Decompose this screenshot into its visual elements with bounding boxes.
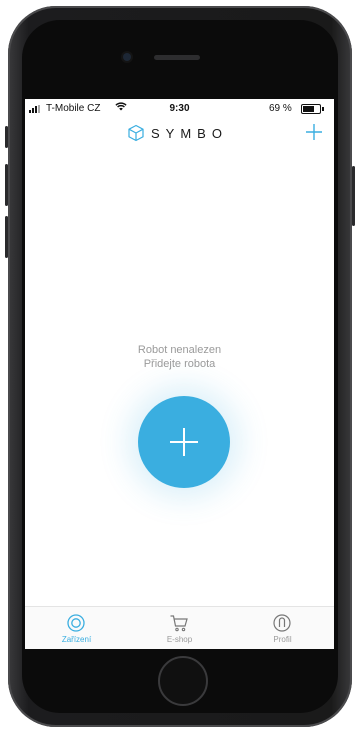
tab-label: Profil [273, 635, 292, 644]
profile-icon [273, 614, 291, 632]
cart-icon [170, 615, 188, 632]
tab-zarizeni[interactable]: Zařízení [25, 607, 128, 649]
app-screen: T-Mobile CZ 9:30 69 % SYMBO Robot nenale… [25, 99, 334, 649]
battery-icon [301, 104, 324, 114]
cube-icon [128, 124, 144, 142]
robot-vacuum-icon [67, 614, 85, 632]
brand-logo: SYMBO [127, 123, 228, 143]
status-bar: T-Mobile CZ 9:30 69 % [25, 99, 334, 117]
brand-name: SYMBO [151, 125, 228, 141]
mute-switch [5, 126, 8, 148]
app-header: SYMBO [25, 117, 334, 149]
battery-percent: 69 % [269, 103, 292, 114]
tab-eshop[interactable]: E-shop [128, 607, 231, 649]
tab-label: E-shop [166, 635, 193, 644]
volume-down-button [5, 216, 8, 258]
plus-icon [170, 428, 198, 456]
empty-state-subtitle: Přidejte robota [143, 358, 216, 370]
power-button [352, 166, 355, 226]
empty-state-title: Robot nenalezen [137, 344, 222, 356]
earpiece-speaker [154, 55, 200, 60]
tab-label: Zařízení [61, 635, 92, 644]
tab-profil[interactable]: Profil [231, 607, 334, 649]
home-button[interactable] [158, 656, 208, 706]
add-robot-button[interactable] [138, 396, 230, 488]
volume-up-button [5, 164, 8, 206]
front-camera [123, 53, 131, 61]
tab-bar: Zařízení E-shop Profil [25, 606, 334, 649]
plus-icon[interactable] [304, 122, 324, 142]
